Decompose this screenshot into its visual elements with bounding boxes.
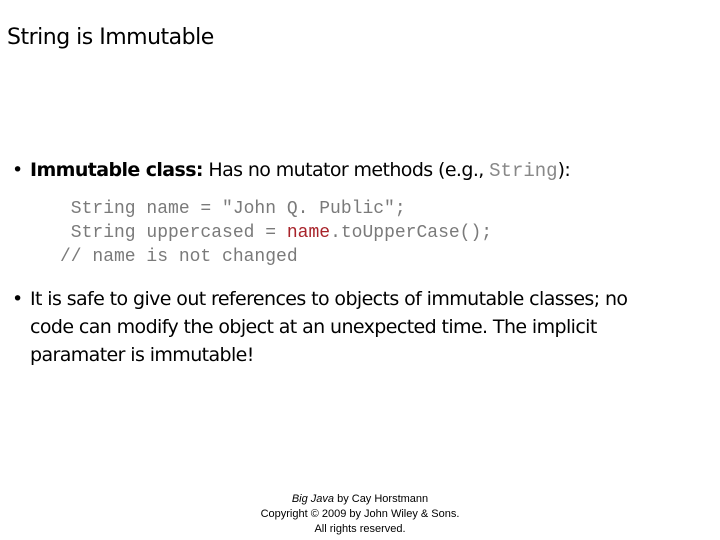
code-line-2-post: .toUpperCase();: [330, 223, 493, 243]
code-highlight: name: [286, 223, 331, 243]
bullet-safe-references: • It is safe to give out references to ob…: [12, 285, 712, 369]
bullet2-line-1-text: It is safe to give out references to obj…: [30, 288, 628, 310]
footer-copyright: Copyright © 2009 by John Wiley & Sons.: [260, 508, 460, 520]
bullet-tail: ):: [557, 159, 571, 181]
code-line-3: // name is not changed: [60, 247, 298, 267]
bullet-dot: •: [12, 159, 23, 181]
bullet2-line-1: • It is safe to give out references to ob…: [12, 285, 712, 313]
bullet2-line-2: code can modify the object at an unexpec…: [30, 316, 597, 338]
footer-line-1: Big Java by Cay Horstmann: [240, 492, 480, 507]
bullet-term: Immutable class:: [30, 159, 204, 181]
inline-code: String: [489, 160, 558, 182]
footer-credits: Big Java by Cay Horstmann Copyright © 20…: [240, 492, 480, 537]
bullet-text: Has no mutator methods (e.g.,: [202, 159, 490, 181]
bullet-dot: •: [12, 288, 23, 310]
code-line-1: String name = "John Q. Public";: [60, 199, 406, 219]
book-title: Big Java: [291, 493, 335, 505]
footer-rights: All rights reserved.: [314, 523, 406, 535]
bullet2-line-3: paramater is immutable!: [30, 344, 254, 366]
bullet-immutable-class: • Immutable class: Has no mutator methods…: [12, 156, 571, 185]
code-line-2-pre: String uppercased =: [60, 223, 287, 243]
book-author: by Cay Horstmann: [334, 493, 429, 505]
code-block: String name = "John Q. Public"; String u…: [60, 197, 492, 269]
slide-title: String is Immutable: [7, 25, 214, 50]
code-line-2: String uppercased = name.toUpperCase();: [60, 223, 492, 243]
